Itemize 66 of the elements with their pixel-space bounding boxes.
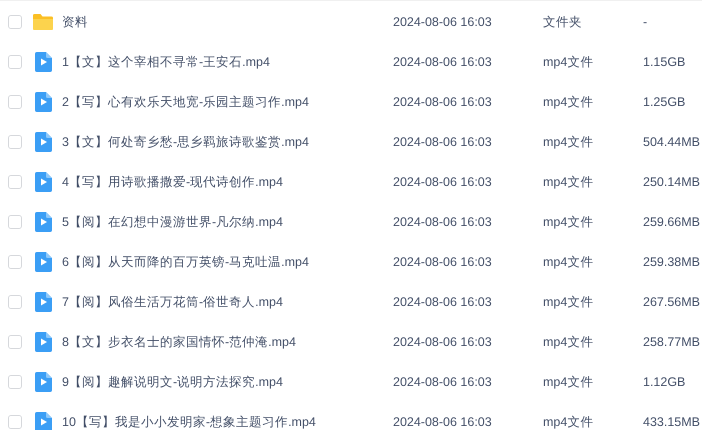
file-size: 259.66MB <box>643 215 700 229</box>
file-type: mp4文件 <box>543 214 594 230</box>
file-name[interactable]: 5【阅】在幻想中漫游世界-凡尔纳.mp4 <box>62 214 393 230</box>
checkbox[interactable] <box>8 95 22 109</box>
checkbox[interactable] <box>8 55 22 69</box>
video-file-icon <box>34 292 52 312</box>
file-name[interactable]: 资料 <box>62 14 393 30</box>
file-size: 433.15MB <box>643 415 700 429</box>
file-type: mp4文件 <box>543 294 594 310</box>
modified-date: 2024-08-06 16:03 <box>393 95 493 109</box>
file-name[interactable]: 10【写】我是小小发明家-想象主题习作.mp4 <box>62 414 393 430</box>
file-type: mp4文件 <box>543 94 594 110</box>
video-file-icon <box>34 372 52 392</box>
file-name[interactable]: 9【阅】趣解说明文-说明方法探究.mp4 <box>62 374 393 390</box>
checkbox[interactable] <box>8 375 22 389</box>
file-type: mp4文件 <box>543 134 594 150</box>
checkbox[interactable] <box>8 415 22 429</box>
modified-date: 2024-08-06 16:03 <box>393 335 493 349</box>
file-size: 250.14MB <box>643 175 700 189</box>
folder-icon <box>32 13 54 31</box>
checkbox[interactable] <box>8 215 22 229</box>
file-type: 文件夹 <box>543 14 583 30</box>
file-size: 504.44MB <box>643 135 700 149</box>
file-size: 1.15GB <box>643 55 686 69</box>
modified-date: 2024-08-06 16:03 <box>393 215 493 229</box>
modified-date: 2024-08-06 16:03 <box>393 375 493 389</box>
modified-date: 2024-08-06 16:03 <box>393 15 493 29</box>
file-size: 1.12GB <box>643 375 686 389</box>
video-file-icon <box>34 412 52 430</box>
video-file-icon <box>34 252 52 272</box>
checkbox[interactable] <box>8 15 22 29</box>
file-size: 259.38MB <box>643 255 700 269</box>
checkbox[interactable] <box>8 135 22 149</box>
checkbox[interactable] <box>8 255 22 269</box>
file-name[interactable]: 7【阅】风俗生活万花筒-俗世奇人.mp4 <box>62 294 393 310</box>
file-type: mp4文件 <box>543 54 594 70</box>
file-name[interactable]: 8【文】步衣名士的家国情怀-范仲淹.mp4 <box>62 334 393 350</box>
file-type: mp4文件 <box>543 374 594 390</box>
file-name[interactable]: 3【文】何处寄乡愁-思乡羁旅诗歌鉴赏.mp4 <box>62 134 393 150</box>
file-name[interactable]: 6【阅】从天而降的百万英镑-马克吐温.mp4 <box>62 254 393 270</box>
modified-date: 2024-08-06 16:03 <box>393 255 493 269</box>
file-type: mp4文件 <box>543 414 594 430</box>
video-file-icon <box>34 212 52 232</box>
video-file-icon <box>34 332 52 352</box>
modified-date: 2024-08-06 16:03 <box>393 175 493 189</box>
file-type: mp4文件 <box>543 254 594 270</box>
file-name[interactable]: 4【写】用诗歌播撒爱-现代诗创作.mp4 <box>62 174 393 190</box>
modified-date: 2024-08-06 16:03 <box>393 415 493 429</box>
modified-date: 2024-08-06 16:03 <box>393 55 493 69</box>
file-size: 267.56MB <box>643 295 700 309</box>
file-name[interactable]: 2【写】心有欢乐天地宽-乐园主题习作.mp4 <box>62 94 393 110</box>
checkbox[interactable] <box>8 335 22 349</box>
modified-date: 2024-08-06 16:03 <box>393 135 493 149</box>
video-file-icon <box>34 52 52 72</box>
file-type: mp4文件 <box>543 334 594 350</box>
file-size: 1.25GB <box>643 95 686 109</box>
video-file-icon <box>34 172 52 192</box>
modified-date: 2024-08-06 16:03 <box>393 295 493 309</box>
video-file-icon <box>34 92 52 112</box>
checkbox[interactable] <box>8 175 22 189</box>
video-file-icon <box>34 132 52 152</box>
checkbox[interactable] <box>8 295 22 309</box>
file-size: - <box>643 15 648 29</box>
file-size: 258.77MB <box>643 335 700 349</box>
file-type: mp4文件 <box>543 174 594 190</box>
file-name[interactable]: 1【文】这个宰相不寻常-王安石.mp4 <box>62 54 393 70</box>
